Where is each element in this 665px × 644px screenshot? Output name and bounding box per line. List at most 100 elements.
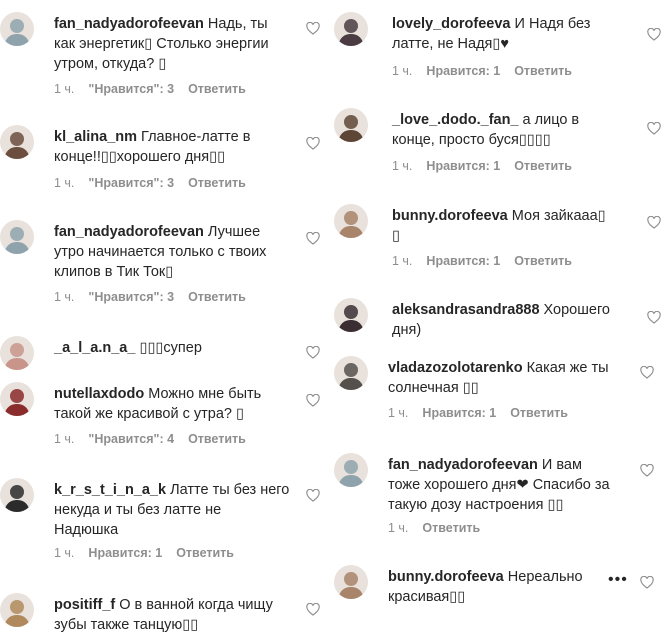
avatar[interactable] bbox=[334, 453, 368, 487]
like-heart-icon[interactable] bbox=[306, 489, 320, 502]
like-heart-icon[interactable] bbox=[306, 394, 320, 407]
comment-item: kl_alina_nm Главное-латте в конце!!▯▯хор… bbox=[0, 125, 330, 190]
heart-icon-shape bbox=[640, 576, 654, 589]
reply-button[interactable]: Ответить bbox=[514, 159, 572, 173]
likes-count[interactable]: Нравится: 1 bbox=[426, 159, 500, 173]
like-heart-icon[interactable] bbox=[306, 603, 320, 616]
comment-username[interactable]: vladazozolotarenko bbox=[388, 360, 523, 376]
avatar[interactable] bbox=[334, 298, 368, 332]
reply-button[interactable]: Ответить bbox=[176, 546, 234, 560]
comment-username[interactable]: lovely_dorofeeva bbox=[392, 16, 510, 32]
comment-username[interactable]: bunny.dorofeeva bbox=[388, 569, 504, 585]
comment-time: 1 ч. bbox=[392, 159, 413, 173]
heart-icon-shape bbox=[306, 137, 320, 150]
heart-icon-shape bbox=[306, 394, 320, 407]
comment-item: fan_nadyadorofeevan Надь, ты как энергет… bbox=[0, 12, 330, 96]
avatar[interactable] bbox=[0, 593, 34, 627]
comment-text: kl_alina_nm Главное-латте в конце!!▯▯хор… bbox=[54, 127, 250, 167]
like-heart-icon[interactable] bbox=[647, 216, 661, 229]
like-heart-icon[interactable] bbox=[306, 22, 320, 35]
comment-time: 1 ч. bbox=[54, 432, 75, 446]
comment-username[interactable]: fan_nadyadorofeevan bbox=[54, 16, 204, 32]
like-heart-icon[interactable] bbox=[640, 464, 654, 477]
avatar[interactable] bbox=[334, 204, 368, 238]
comment-time: 1 ч. bbox=[54, 82, 75, 96]
comment-time: 1 ч. bbox=[54, 176, 75, 190]
likes-count[interactable]: Нравится: 1 bbox=[88, 546, 162, 560]
comment-meta: 1 ч. "Нравится": 3 Ответить bbox=[54, 82, 260, 96]
heart-icon-shape bbox=[306, 232, 320, 245]
comment-username[interactable]: positiff_f bbox=[54, 597, 115, 613]
comment-username[interactable]: nutellaxdodo bbox=[54, 386, 144, 402]
more-options-icon[interactable]: ••• bbox=[608, 571, 628, 589]
reply-button[interactable]: Ответить bbox=[188, 432, 246, 446]
likes-count[interactable]: Нравится: 1 bbox=[422, 406, 496, 420]
comment-meta: 1 ч. Ответить bbox=[388, 521, 494, 535]
comment-item: k_r_s_t_i_n_a_k Латте ты без него некуда… bbox=[0, 478, 330, 560]
avatar[interactable] bbox=[334, 108, 368, 142]
heart-icon-shape bbox=[640, 366, 654, 379]
like-heart-icon[interactable] bbox=[640, 576, 654, 589]
likes-count[interactable]: Нравится: 1 bbox=[426, 254, 500, 268]
avatar[interactable] bbox=[0, 336, 34, 370]
heart-icon-shape bbox=[306, 346, 320, 359]
avatar[interactable] bbox=[0, 478, 34, 512]
comment-username[interactable]: _a_l_a.n_a_ bbox=[54, 340, 135, 356]
likes-count[interactable]: Нравится: 1 bbox=[426, 64, 500, 78]
likes-count[interactable]: "Нравится": 3 bbox=[88, 290, 174, 304]
comment-text: bunny.dorofeeva Моя зайкааа▯ ▯ bbox=[392, 206, 606, 246]
reply-button[interactable]: Ответить bbox=[188, 176, 246, 190]
like-heart-icon[interactable] bbox=[306, 232, 320, 245]
comment-time: 1 ч. bbox=[392, 254, 413, 268]
avatar[interactable] bbox=[0, 220, 34, 254]
comment-body: ▯▯▯супер bbox=[139, 340, 202, 356]
like-heart-icon[interactable] bbox=[647, 311, 661, 324]
heart-icon-shape bbox=[647, 311, 661, 324]
like-heart-icon[interactable] bbox=[306, 346, 320, 359]
comment-time: 1 ч. bbox=[388, 406, 409, 420]
reply-button[interactable]: Ответить bbox=[422, 521, 480, 535]
comment-item: fan_nadyadorofeevan И вам тоже хорошего … bbox=[334, 453, 665, 535]
like-heart-icon[interactable] bbox=[640, 366, 654, 379]
avatar[interactable] bbox=[0, 125, 34, 159]
avatar[interactable] bbox=[334, 356, 368, 390]
comment-text: nutellaxdodo Можно мне быть такой же кра… bbox=[54, 384, 261, 424]
comment-username[interactable]: fan_nadyadorofeevan bbox=[388, 457, 538, 473]
comment-username[interactable]: fan_nadyadorofeevan bbox=[54, 224, 204, 240]
like-heart-icon[interactable] bbox=[647, 122, 661, 135]
comment-item: aleksandrasandra888 Хорошего дня) bbox=[334, 298, 665, 338]
comment-text: aleksandrasandra888 Хорошего дня) bbox=[392, 300, 610, 340]
avatar[interactable] bbox=[0, 382, 34, 416]
comment-meta: 1 ч. Нравится: 1 Ответить bbox=[392, 159, 586, 173]
avatar[interactable] bbox=[0, 12, 34, 46]
avatar[interactable] bbox=[334, 565, 368, 599]
comment-item: vladazozolotarenko Какая же ты солнечная… bbox=[334, 356, 665, 420]
comment-text: vladazozolotarenko Какая же ты солнечная… bbox=[388, 358, 609, 398]
comment-username[interactable]: aleksandrasandra888 bbox=[392, 302, 540, 318]
reply-button[interactable]: Ответить bbox=[510, 406, 568, 420]
comment-username[interactable]: k_r_s_t_i_n_a_k bbox=[54, 482, 166, 498]
reply-button[interactable]: Ответить bbox=[188, 290, 246, 304]
comment-text: k_r_s_t_i_n_a_k Латте ты без него некуда… bbox=[54, 480, 289, 540]
heart-icon-shape bbox=[640, 464, 654, 477]
heart-icon-shape bbox=[647, 216, 661, 229]
avatar[interactable] bbox=[334, 12, 368, 46]
likes-count[interactable]: "Нравится": 3 bbox=[88, 82, 174, 96]
heart-icon-shape bbox=[306, 603, 320, 616]
comment-meta: 1 ч. "Нравится": 3 Ответить bbox=[54, 176, 260, 190]
comment-text: positiff_f О в ванной когда чищу зубы та… bbox=[54, 595, 273, 635]
reply-button[interactable]: Ответить bbox=[514, 254, 572, 268]
comment-text: _a_l_a.n_a_ ▯▯▯супер bbox=[54, 338, 202, 358]
likes-count[interactable]: "Нравится": 4 bbox=[88, 432, 174, 446]
comment-username[interactable]: _love_.dodo._fan_ bbox=[392, 112, 519, 128]
comment-username[interactable]: kl_alina_nm bbox=[54, 129, 137, 145]
like-heart-icon[interactable] bbox=[306, 137, 320, 150]
reply-button[interactable]: Ответить bbox=[514, 64, 572, 78]
comment-meta: 1 ч. Нравится: 1 Ответить bbox=[392, 254, 586, 268]
reply-button[interactable]: Ответить bbox=[188, 82, 246, 96]
like-heart-icon[interactable] bbox=[647, 28, 661, 41]
likes-count[interactable]: "Нравится": 3 bbox=[88, 176, 174, 190]
comment-time: 1 ч. bbox=[54, 290, 75, 304]
comment-text: fan_nadyadorofeevan И вам тоже хорошего … bbox=[388, 455, 610, 515]
comment-username[interactable]: bunny.dorofeeva bbox=[392, 208, 508, 224]
